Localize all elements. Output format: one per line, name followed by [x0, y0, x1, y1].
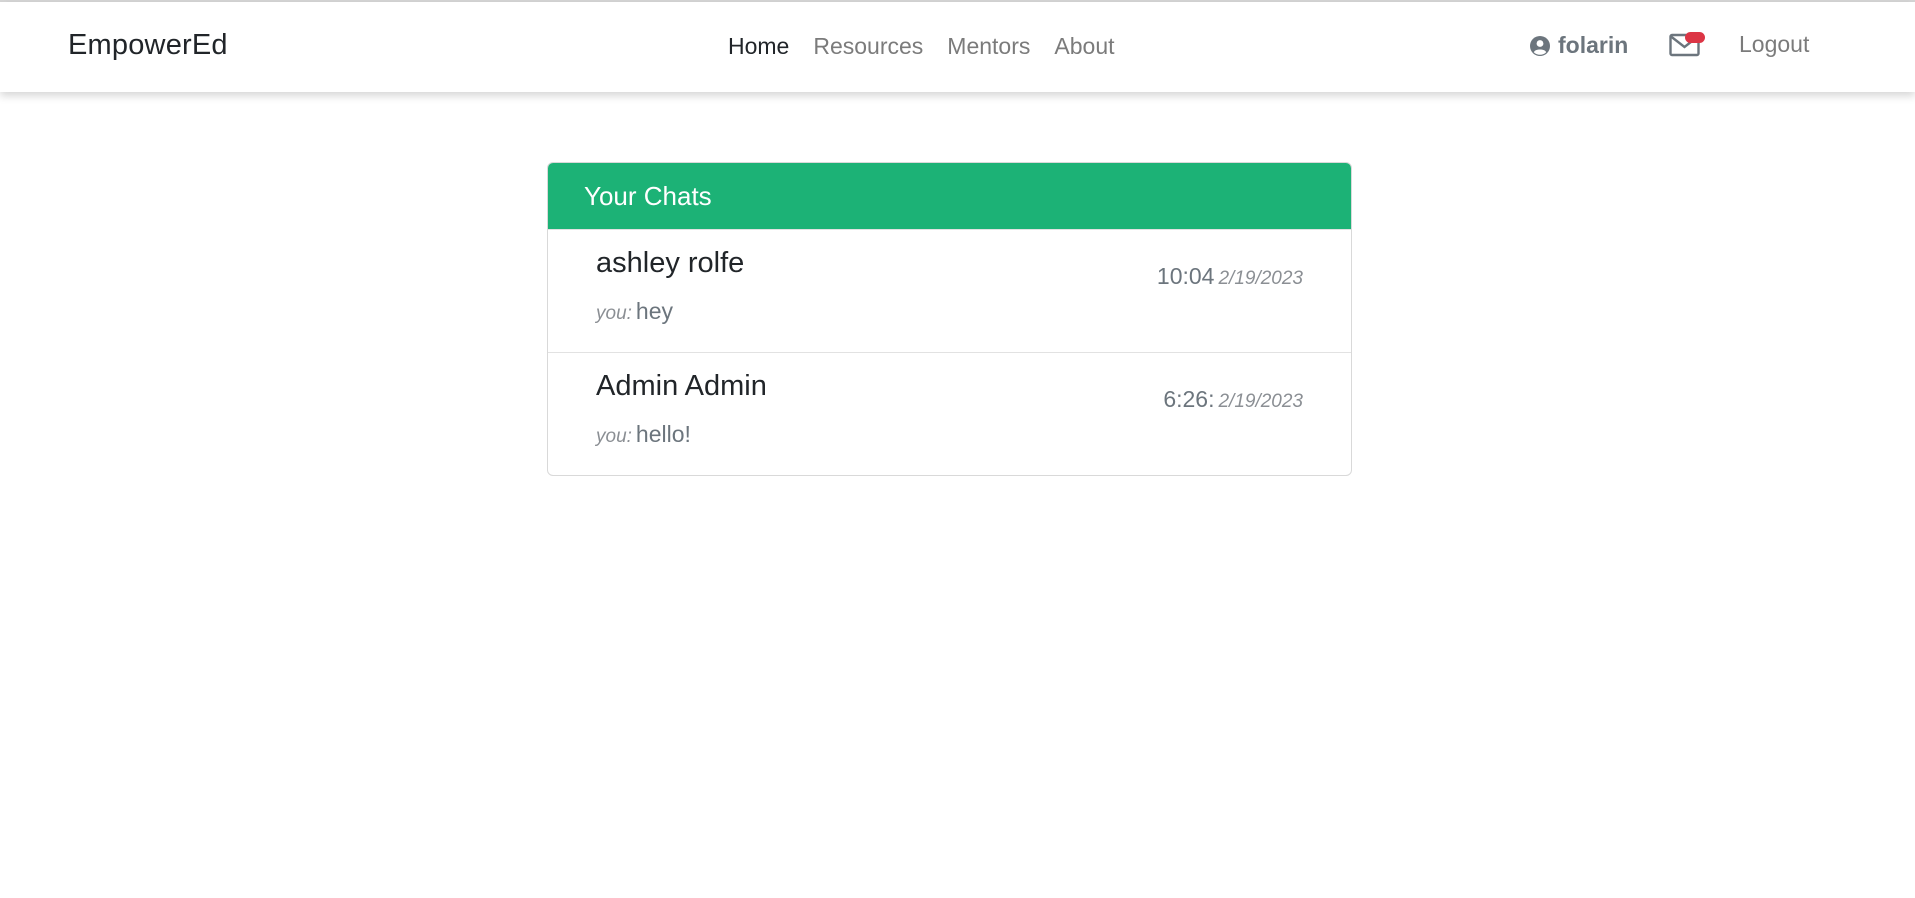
logout-link[interactable]: Logout	[1739, 31, 1809, 58]
chat-time: 10:04	[1156, 263, 1215, 289]
chat-timestamp: 6:26: 2/19/2023	[1163, 386, 1303, 413]
notification-badge	[1685, 32, 1705, 43]
message-text: hello!	[635, 421, 691, 447]
brand-logo[interactable]: EmpowerEd	[68, 29, 228, 62]
nav-resources[interactable]: Resources	[813, 33, 923, 60]
chat-contact-name: Admin Admin	[596, 370, 767, 402]
message-text: hey	[635, 298, 674, 324]
chat-contact-name: ashley rolfe	[596, 247, 745, 279]
chat-time: 6:26:	[1163, 386, 1215, 412]
nav-about[interactable]: About	[1054, 33, 1114, 60]
chat-list-item[interactable]: Admin Admin you: hello! 6:26: 2/19/2023	[548, 352, 1351, 475]
nav-home[interactable]: Home	[728, 33, 789, 60]
user-profile-link[interactable]: folarin	[1530, 32, 1628, 59]
chat-last-message: you: hey	[596, 298, 673, 325]
user-circle-icon	[1530, 35, 1550, 56]
top-navbar: EmpowerEd Home Resources Mentors About f…	[0, 2, 1915, 92]
chat-date: 2/19/2023	[1218, 268, 1303, 289]
chats-header: Your Chats	[548, 163, 1351, 229]
chat-timestamp: 10:04 2/19/2023	[1157, 263, 1303, 290]
username: folarin	[1558, 32, 1629, 58]
chats-card: Your Chats ashley rolfe you: hey 10:04 2/1…	[547, 162, 1352, 476]
chat-list-item[interactable]: ashley rolfe you: hey 10:04 2/19/2023	[548, 229, 1351, 352]
nav-mentors[interactable]: Mentors	[947, 33, 1030, 60]
main-nav: Home Resources Mentors About	[728, 33, 1115, 60]
chat-last-message: you: hello!	[596, 421, 691, 448]
chat-date: 2/19/2023	[1218, 391, 1303, 412]
message-sender-label: you:	[596, 303, 632, 324]
message-sender-label: you:	[596, 426, 632, 447]
